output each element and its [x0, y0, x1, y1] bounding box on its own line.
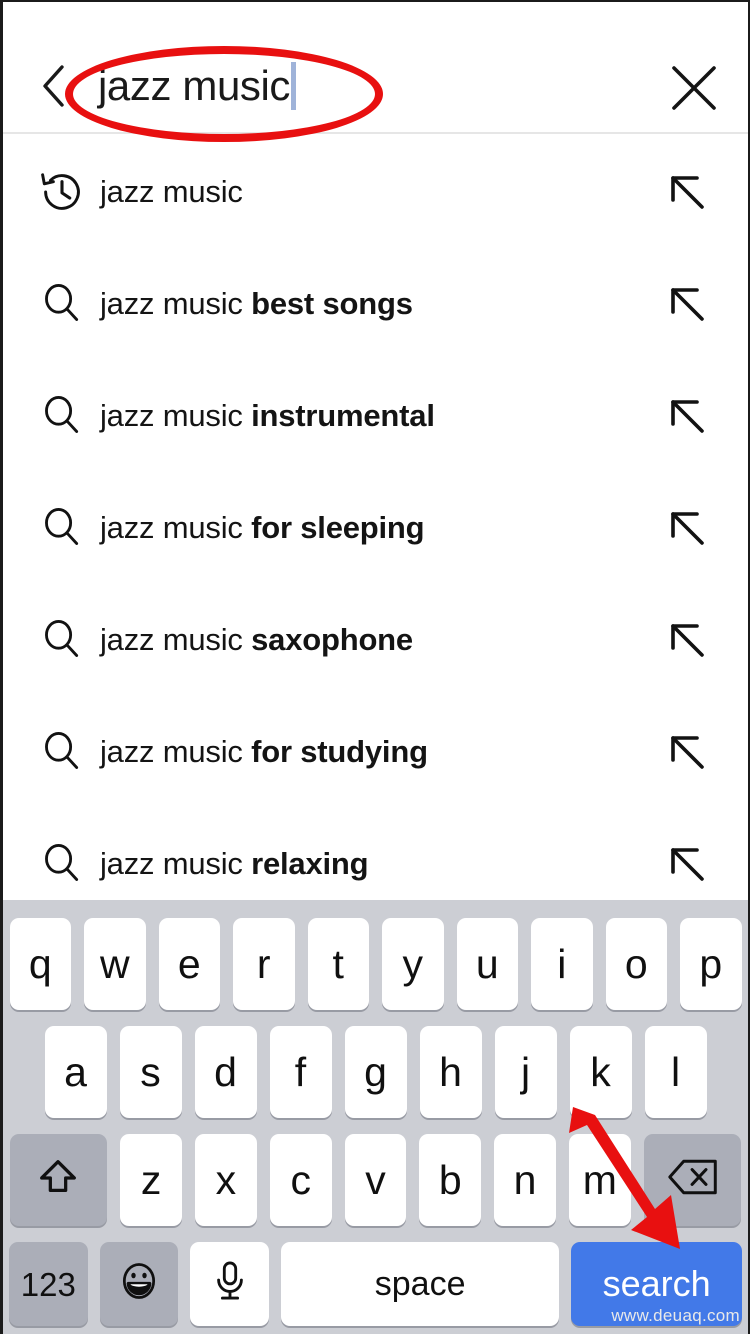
key-p[interactable]: p	[680, 918, 742, 1010]
close-x-icon[interactable]	[668, 62, 720, 114]
phone-screen: jazz music jazz music jazz music best so…	[0, 0, 750, 1334]
space-key[interactable]: space	[281, 1242, 560, 1326]
search-input-value: jazz music	[98, 62, 291, 109]
backspace-key[interactable]	[643, 1134, 742, 1226]
microphone-icon	[211, 1258, 249, 1311]
key-x[interactable]: x	[195, 1134, 257, 1226]
list-item[interactable]: jazz music best songs	[3, 248, 748, 360]
emoji-key[interactable]	[99, 1242, 179, 1326]
key-e[interactable]: e	[158, 918, 220, 1010]
key-k[interactable]: k	[569, 1026, 632, 1118]
suggestion-prefix: jazz music	[100, 846, 252, 881]
microphone-key[interactable]	[190, 1242, 270, 1326]
search-icon	[33, 387, 91, 445]
history-clock-icon	[33, 163, 91, 221]
suggestion-prefix: jazz music	[100, 398, 252, 433]
suggestion-prefix: jazz music	[100, 286, 252, 321]
keyboard-row-2: a s d f g h j k l	[3, 1026, 748, 1118]
key-v[interactable]: v	[344, 1134, 407, 1226]
suggestion-list[interactable]: jazz music jazz music best songs jazz mu…	[3, 136, 748, 902]
list-item[interactable]: jazz music instrumental	[3, 360, 748, 472]
key-w[interactable]: w	[84, 918, 146, 1010]
list-item-label: jazz music instrumental	[100, 398, 435, 434]
emoji-smiley-icon	[117, 1259, 161, 1310]
search-input-field[interactable]: jazz music	[98, 54, 618, 118]
on-screen-keyboard[interactable]: q w e r t y u i o p a s d f g h j k l z …	[3, 900, 748, 1334]
arrow-up-left-icon[interactable]	[664, 729, 710, 775]
suggestion-prefix: jazz music	[100, 622, 252, 657]
list-item[interactable]: jazz music	[3, 136, 748, 248]
key-t[interactable]: t	[307, 918, 369, 1010]
site-watermark: www.deuaq.com	[611, 1306, 740, 1325]
suggestion-suffix: best songs	[251, 286, 413, 321]
key-n[interactable]: n	[494, 1134, 556, 1226]
back-chevron-icon[interactable]	[41, 64, 67, 108]
suggestion-suffix: relaxing	[251, 846, 369, 881]
key-j[interactable]: j	[494, 1026, 557, 1118]
key-y[interactable]: y	[382, 918, 444, 1010]
key-s[interactable]: s	[119, 1026, 182, 1118]
arrow-up-left-icon[interactable]	[664, 281, 710, 327]
suggestion-suffix: for sleeping	[251, 510, 425, 545]
key-o[interactable]: o	[605, 918, 667, 1010]
key-m[interactable]: m	[568, 1134, 631, 1226]
shift-arrow-icon	[35, 1154, 81, 1207]
list-item-label: jazz music saxophone	[100, 622, 413, 658]
suggestion-prefix: jazz music	[100, 510, 252, 545]
key-z[interactable]: z	[120, 1134, 182, 1226]
search-bar: jazz music	[3, 2, 748, 134]
list-item[interactable]: jazz music saxophone	[3, 584, 748, 696]
arrow-up-left-icon[interactable]	[664, 505, 710, 551]
list-item-label: jazz music for sleeping	[100, 510, 425, 546]
shift-key[interactable]	[9, 1134, 108, 1226]
arrow-up-left-icon[interactable]	[664, 169, 710, 215]
arrow-up-left-icon[interactable]	[664, 841, 710, 887]
key-f[interactable]: f	[269, 1026, 332, 1118]
list-item-label: jazz music for studying	[100, 734, 428, 770]
list-item-label: jazz music relaxing	[100, 846, 369, 882]
suggestion-suffix: saxophone	[251, 622, 413, 657]
key-l[interactable]: l	[644, 1026, 707, 1118]
arrow-up-left-icon[interactable]	[664, 393, 710, 439]
list-item[interactable]: jazz music relaxing	[3, 808, 748, 902]
search-icon	[33, 835, 91, 893]
numbers-key[interactable]: 123	[9, 1242, 88, 1326]
list-item[interactable]: jazz music for studying	[3, 696, 748, 808]
key-d[interactable]: d	[194, 1026, 257, 1118]
key-u[interactable]: u	[456, 918, 518, 1010]
arrow-up-left-icon[interactable]	[664, 617, 710, 663]
search-icon	[33, 499, 91, 557]
key-q[interactable]: q	[9, 918, 71, 1010]
list-item[interactable]: jazz music for sleeping	[3, 472, 748, 584]
key-b[interactable]: b	[419, 1134, 482, 1226]
list-item-label: jazz music	[100, 174, 243, 210]
key-h[interactable]: h	[419, 1026, 482, 1118]
suggestion-suffix: for studying	[251, 734, 428, 769]
backspace-delete-icon	[667, 1156, 719, 1205]
suggestion-suffix: instrumental	[251, 398, 435, 433]
search-icon	[33, 723, 91, 781]
keyboard-row-3: z x c v b n m	[3, 1134, 748, 1226]
key-g[interactable]: g	[344, 1026, 407, 1118]
keyboard-row-1: q w e r t y u i o p	[3, 918, 748, 1010]
key-i[interactable]: i	[531, 918, 593, 1010]
suggestion-prefix: jazz music	[100, 734, 252, 769]
suggestion-prefix: jazz music	[100, 174, 243, 209]
key-r[interactable]: r	[233, 918, 295, 1010]
key-a[interactable]: a	[44, 1026, 107, 1118]
search-icon	[33, 275, 91, 333]
text-caret	[291, 62, 297, 110]
list-item-label: jazz music best songs	[100, 286, 413, 322]
key-c[interactable]: c	[269, 1134, 332, 1226]
search-icon	[33, 611, 91, 669]
